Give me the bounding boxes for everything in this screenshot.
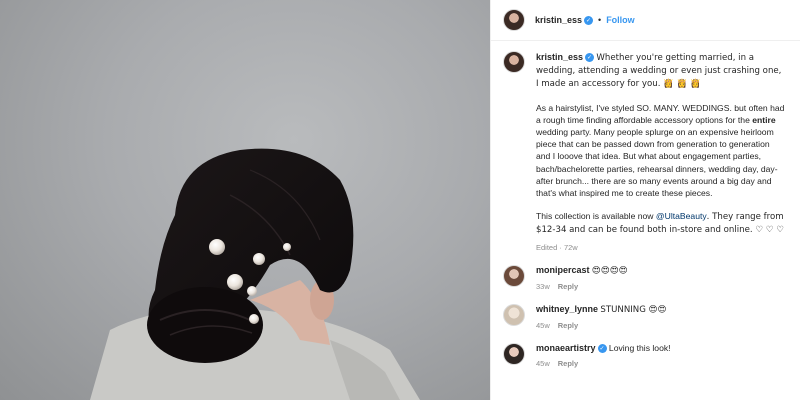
reply-button[interactable]: Reply [558,321,578,330]
commenter-avatar[interactable] [503,303,525,326]
post-header: kristin_ess ✓ • Follow [491,0,800,41]
post-photo[interactable] [0,0,490,400]
comment-timestamp[interactable]: 33w [536,282,550,291]
caption: kristin_ess ✓ Whether you're getting marr… [503,51,788,254]
comment-item: monipercast 😍😍😍😍 33w Reply [503,264,788,293]
comment-timestamp[interactable]: 45w [536,321,550,330]
caption-paragraph-2: As a hairstylist, I've styled SO. MANY. … [536,102,786,200]
commenter-username[interactable]: monipercast [536,265,590,275]
comment-item: monaeartistry ✓ Loving this look! 45w Repl… [503,342,788,370]
comment-text: Loving this look! [608,342,671,353]
comment-timestamp[interactable]: 45w [536,359,550,368]
author-username[interactable]: kristin_ess [535,15,582,25]
reply-button[interactable]: Reply [558,282,578,291]
photo-illustration [90,148,420,400]
caption-text-2-bold: entire [752,114,776,125]
caption-paragraph-3: This collection is available now @UltaBe… [536,210,786,236]
caption-username[interactable]: kristin_ess [536,52,583,62]
caption-text-2a: As a hairstylist, I've styled SO. MANY. … [536,102,785,125]
commenter-avatar[interactable] [503,342,525,365]
edited-label: Edited [536,242,558,252]
caption-text-2b: wedding party. Many people splurge on an… [536,127,778,199]
author-avatar[interactable] [503,9,525,31]
caption-meta: Edited · 72w [536,242,578,252]
comment-item: whitney_lynne STUNNING 😍😍 45w Reply [503,303,788,332]
comments-list[interactable]: kristin_ess ✓ Whether you're getting marr… [491,41,800,370]
verified-badge-icon: ✓ [585,53,595,63]
commenter-avatar[interactable] [503,264,525,287]
commenter-username[interactable]: whitney_lynne [536,304,598,314]
caption-paragraph-1: kristin_ess ✓ Whether you're getting marr… [536,51,786,91]
follow-button[interactable]: Follow [606,15,635,25]
caption-timestamp[interactable]: 72w [564,243,578,252]
post-side-panel: kristin_ess ✓ • Follow kristin_ess ✓ Whet… [490,0,800,400]
verified-badge-icon: ✓ [584,15,594,25]
commenter-username[interactable]: monaeartistry [536,343,596,353]
verified-badge-icon: ✓ [597,344,607,354]
caption-text-3a: This collection is available now [536,211,656,222]
caption-author-avatar[interactable] [503,51,525,73]
mention-link[interactable]: @UltaBeauty [656,211,707,221]
comment-text: STUNNING 😍😍 [600,304,667,315]
separator-dot: • [598,15,602,25]
comment-text: 😍😍😍😍 [591,265,628,276]
reply-button[interactable]: Reply [558,359,578,368]
